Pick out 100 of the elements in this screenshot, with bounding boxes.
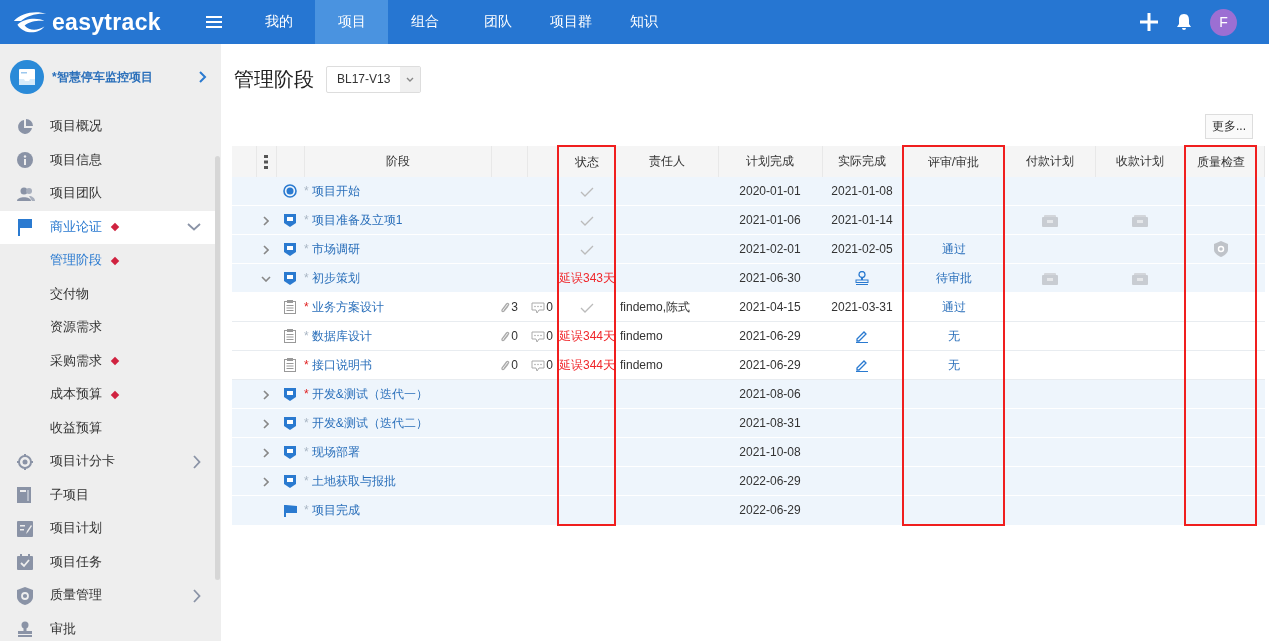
sidebar-item[interactable]: 采购需求 xyxy=(0,344,215,378)
check-icon xyxy=(579,244,594,255)
sidebar-item[interactable]: 项目任务 xyxy=(0,545,215,579)
comment-icon[interactable] xyxy=(531,330,546,343)
chevron-right-icon[interactable] xyxy=(263,215,269,226)
chevron-down-icon[interactable] xyxy=(261,275,271,282)
sidebar-item[interactable]: 子项目 xyxy=(0,478,215,512)
delay-status: 延误344天 xyxy=(559,357,616,372)
paperclip-icon[interactable] xyxy=(500,359,511,372)
sidebar-item[interactable]: 项目团队 xyxy=(0,177,215,211)
calendar-check-icon xyxy=(17,554,33,571)
scrollbar[interactable] xyxy=(215,156,220,580)
chevron-right-icon[interactable] xyxy=(193,588,201,603)
review-link[interactable]: 待审批 xyxy=(935,270,972,285)
sidebar-item[interactable]: 商业论证 xyxy=(0,210,215,244)
column-header: 收款计划 xyxy=(1115,154,1164,168)
chevron-right-icon[interactable] xyxy=(263,418,269,429)
chevron-down-icon[interactable] xyxy=(187,223,201,232)
chevron-right-icon[interactable] xyxy=(263,447,269,458)
chevron-right-icon[interactable] xyxy=(199,71,207,83)
chevron-right-icon[interactable] xyxy=(263,389,269,400)
pencil-icon[interactable] xyxy=(855,358,869,373)
stage-link[interactable]: 业务方案设计 xyxy=(311,299,384,314)
asterisk: * xyxy=(304,415,309,430)
stamp-icon[interactable] xyxy=(855,271,869,286)
nav-tab[interactable]: 组合 xyxy=(388,0,461,44)
planned-date: 2021-08-06 xyxy=(739,387,801,401)
sidebar-item[interactable]: 收益预算 xyxy=(0,411,215,445)
sidebar-item[interactable]: 管理阶段 xyxy=(0,244,215,278)
stage-link[interactable]: 数据库设计 xyxy=(311,328,372,343)
nav-tab[interactable]: 团队 xyxy=(461,0,534,44)
planned-date: 2021-01-06 xyxy=(739,213,801,227)
sidebar-item[interactable]: 项目概况 xyxy=(0,110,215,144)
stage-link[interactable]: 开发&测试（迭代一） xyxy=(311,386,428,401)
delay-status: 延误344天 xyxy=(559,328,616,343)
nav-tab[interactable]: 知识 xyxy=(607,0,680,44)
stage-link[interactable]: 项目准备及立项1 xyxy=(311,212,403,227)
document-icon xyxy=(17,487,31,504)
pie-chart-icon xyxy=(17,118,33,135)
comment-icon[interactable] xyxy=(531,301,546,314)
add-icon[interactable] xyxy=(1140,13,1158,31)
stamp-icon xyxy=(17,621,33,638)
stage-link[interactable]: 项目开始 xyxy=(311,183,360,198)
asterisk: * xyxy=(304,386,309,401)
stage-link[interactable]: 土地获取与报批 xyxy=(311,473,396,488)
sidebar-item[interactable]: 项目信息 xyxy=(0,143,215,177)
sidebar-item[interactable]: 质量管理 xyxy=(0,579,215,613)
stage-link[interactable]: 市场调研 xyxy=(311,241,360,256)
asterisk: * xyxy=(304,299,309,314)
review-link[interactable]: 无 xyxy=(947,357,960,372)
kebab-menu-icon[interactable] xyxy=(264,154,268,169)
page-title: 管理阶段 xyxy=(234,66,314,92)
nav-tab[interactable]: 我的 xyxy=(242,0,315,44)
user-avatar[interactable]: F xyxy=(1210,8,1237,36)
version-select[interactable]: BL17-V13 xyxy=(326,65,422,93)
asterisk: * xyxy=(304,328,309,343)
paperclip-icon[interactable] xyxy=(500,330,511,343)
sidebar-item[interactable]: 项目计划 xyxy=(0,512,215,546)
owner-name: findemo xyxy=(619,358,664,372)
attachment-count: 0 xyxy=(511,358,518,372)
phase-badge-icon xyxy=(284,272,296,286)
bell-icon[interactable] xyxy=(1176,13,1192,31)
check-icon xyxy=(579,215,594,226)
swoosh-logo-icon xyxy=(12,10,48,34)
chevron-right-icon[interactable] xyxy=(263,476,269,487)
stage-link[interactable]: 初步策划 xyxy=(311,270,360,285)
sidebar-item[interactable]: 项目计分卡 xyxy=(0,445,215,479)
owner-name: findemo,陈式 xyxy=(619,298,692,316)
shield-icon[interactable] xyxy=(1213,241,1228,257)
clipboard-icon xyxy=(284,300,296,315)
chevron-right-icon[interactable] xyxy=(193,454,201,469)
project-name[interactable]: *智慧停车监控项目 xyxy=(52,68,191,86)
pencil-icon[interactable] xyxy=(855,329,869,344)
review-link[interactable]: 无 xyxy=(947,328,960,343)
review-link[interactable]: 通过 xyxy=(941,299,966,314)
sidebar-item[interactable]: 审批 xyxy=(0,612,215,641)
asterisk: * xyxy=(304,183,309,198)
nav-tab[interactable]: 项目群 xyxy=(534,0,607,44)
planned-date: 2022-06-29 xyxy=(739,474,801,488)
actual-date: 2021-01-08 xyxy=(831,184,893,198)
sidebar-item[interactable]: 交付物 xyxy=(0,277,215,311)
column-header: 责任人 xyxy=(648,154,685,168)
stage-link[interactable]: 接口说明书 xyxy=(311,357,372,372)
more-button[interactable]: 更多... xyxy=(1205,114,1253,139)
sidebar-item[interactable]: 成本预算 xyxy=(0,378,215,412)
chevron-right-icon[interactable] xyxy=(263,244,269,255)
phase-badge-icon xyxy=(284,475,296,489)
paperclip-icon[interactable] xyxy=(500,301,511,314)
planned-date: 2021-06-29 xyxy=(739,358,801,372)
review-link[interactable]: 通过 xyxy=(941,241,966,256)
comment-icon[interactable] xyxy=(531,359,546,372)
stage-link[interactable]: 现场部署 xyxy=(311,444,360,459)
column-header: 阶段 xyxy=(385,154,410,168)
nav-tab[interactable]: 项目 xyxy=(315,0,388,44)
stage-link[interactable]: 开发&测试（迭代二） xyxy=(311,415,428,430)
menu-icon[interactable] xyxy=(206,16,222,28)
caret-down-icon xyxy=(406,76,415,82)
stage-link[interactable]: 项目完成 xyxy=(311,502,360,517)
sidebar-item[interactable]: 资源需求 xyxy=(0,311,215,345)
app-logo[interactable]: easytrack xyxy=(0,8,192,36)
